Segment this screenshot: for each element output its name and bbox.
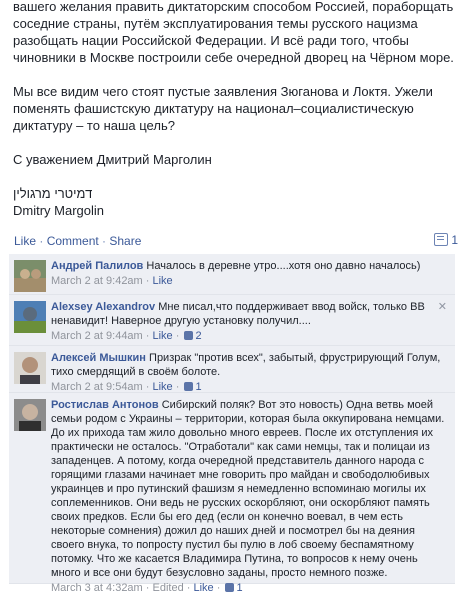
- avatar[interactable]: [14, 399, 46, 431]
- comment-item: Alexsey Alexandrov Мне писал,что поддерж…: [9, 295, 455, 346]
- comment-like-link[interactable]: Like: [153, 381, 173, 393]
- comment-time[interactable]: March 2 at 9:54am: [51, 381, 143, 393]
- comment-time[interactable]: March 2 at 9:44am: [51, 330, 143, 342]
- comment-text: Сибирский поляк? Вот это новость) Одна в…: [51, 399, 445, 579]
- comment-link[interactable]: Comment: [47, 234, 99, 248]
- like-count[interactable]: 2: [195, 330, 201, 342]
- post-paragraph: вашего желания править диктаторским спос…: [13, 0, 454, 65]
- comment-count[interactable]: 1: [434, 233, 458, 247]
- comment-item: Ростислав Антонов Сибирский поляк? Вот э…: [9, 393, 455, 594]
- post-body: вашего желания править диктаторским спос…: [13, 0, 457, 219]
- comment-meta: March 2 at 9:44am · Like · 2: [51, 330, 202, 342]
- comment-meta: March 2 at 9:42am · Like: [51, 275, 173, 287]
- close-icon[interactable]: ✕: [438, 300, 447, 313]
- edited-label[interactable]: Edited: [153, 582, 184, 594]
- comment-meta: March 2 at 9:54am · Like · 1: [51, 381, 202, 393]
- like-link[interactable]: Like: [14, 234, 36, 248]
- avatar[interactable]: [14, 260, 46, 292]
- comment-time[interactable]: March 3 at 4:32am: [51, 582, 143, 594]
- comment-like-link[interactable]: Like: [153, 330, 173, 342]
- comment-like-link[interactable]: Like: [193, 582, 213, 594]
- comment-item: Андрей Палилов Началось в деревне утро..…: [9, 254, 455, 295]
- avatar[interactable]: [14, 301, 46, 333]
- commenter-name[interactable]: Alexsey Alexandrov: [51, 301, 155, 313]
- post-signature: С уважением Дмитрий Марголин: [13, 152, 212, 167]
- thumbs-up-icon: [184, 382, 194, 391]
- commenter-name[interactable]: Ростислав Антонов: [51, 399, 159, 411]
- comment-like-link[interactable]: Like: [153, 275, 173, 287]
- commenter-name[interactable]: Алексей Мышкин: [51, 352, 146, 364]
- like-count[interactable]: 1: [195, 381, 201, 393]
- like-count[interactable]: 1: [236, 582, 242, 594]
- thumbs-up-icon: [184, 331, 194, 340]
- comment-item: Алексей Мышкин Призрак "против всех", за…: [9, 346, 455, 393]
- post-paragraph: Мы все видим чего стоят пустые заявления…: [13, 84, 433, 133]
- comment-meta: March 3 at 4:32am · Edited · Like · 1: [51, 582, 243, 594]
- share-link[interactable]: Share: [109, 234, 141, 248]
- post-signature-latin: Dmitry Margolin: [13, 203, 105, 218]
- thumbs-up-icon: [225, 583, 235, 592]
- post-actions: Like · Comment · Share 1: [14, 233, 458, 248]
- commenter-name[interactable]: Андрей Палилов: [51, 260, 143, 272]
- avatar[interactable]: [14, 352, 46, 384]
- comment-bubble-icon: [434, 233, 449, 246]
- post-signature-hebrew: דמיטרי מרגולין: [13, 186, 93, 201]
- comment-time[interactable]: March 2 at 9:42am: [51, 275, 143, 287]
- comment-text: Началось в деревне утро....хотя оно давн…: [146, 260, 421, 272]
